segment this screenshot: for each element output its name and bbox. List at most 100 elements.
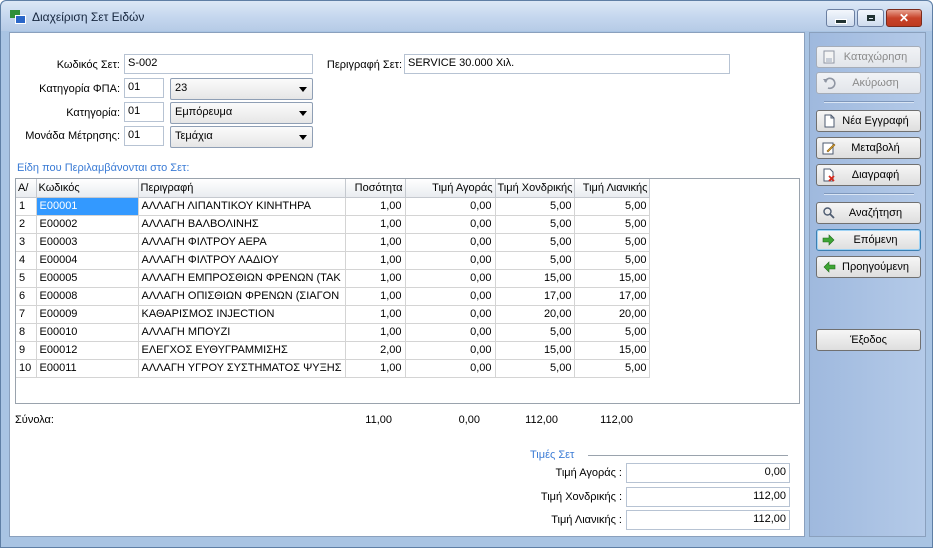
purchase-price-cell[interactable]: 0,00 (405, 215, 496, 234)
set-description-field[interactable]: SERVICE 30.000 Χιλ. (404, 54, 730, 74)
vat-dropdown[interactable]: 23 (170, 78, 313, 100)
quantity-cell[interactable]: 1,00 (345, 323, 406, 342)
exit-button[interactable]: Έξοδος (816, 329, 921, 351)
unit-dropdown[interactable]: Τεμάχια (170, 126, 313, 148)
set-code-field[interactable]: S-002 (124, 54, 313, 74)
items-grid[interactable]: Α/ Κωδικός Περιγραφή Ποσότητα Τιμή Αγορά… (15, 178, 800, 404)
column-header-quantity[interactable]: Ποσότητα (345, 179, 406, 198)
edit-button[interactable]: Μεταβολή (816, 137, 921, 159)
table-row[interactable]: 5 E00005 ΑΛΛΑΓΗ ΕΜΠΡΟΣΘΙΩΝ ΦΡΕΝΩΝ (ΤΑΚ 1,00… (16, 269, 651, 288)
retail-price-cell[interactable]: 17,00 (574, 287, 651, 306)
wholesale-price-cell[interactable]: 20,00 (495, 305, 576, 324)
save-button[interactable]: Καταχώρηση (816, 46, 921, 68)
quantity-cell[interactable]: 1,00 (345, 233, 406, 252)
quantity-cell[interactable]: 1,00 (345, 359, 406, 378)
row-index-cell[interactable]: 6 (16, 287, 37, 306)
retail-price-cell[interactable]: 5,00 (574, 323, 651, 342)
retail-price-cell[interactable]: 5,00 (574, 233, 651, 252)
wholesale-price-cell[interactable]: 5,00 (495, 251, 576, 270)
search-button[interactable]: Αναζήτηση (816, 202, 921, 224)
row-index-cell[interactable]: 4 (16, 251, 37, 270)
item-description-cell[interactable]: ΑΛΛΑΓΗ ΟΠΙΣΘΙΩΝ ΦΡΕΝΩΝ (ΣΙΑΓΟΝ (138, 287, 346, 306)
item-description-cell[interactable]: ΑΛΛΑΓΗ ΕΜΠΡΟΣΘΙΩΝ ΦΡΕΝΩΝ (ΤΑΚ (138, 269, 346, 288)
wholesale-price-cell[interactable]: 5,00 (495, 359, 576, 378)
retail-price-cell[interactable]: 5,00 (574, 215, 651, 234)
item-code-cell[interactable]: E00009 (36, 305, 139, 324)
unit-code-field[interactable]: 01 (124, 126, 164, 146)
table-row[interactable]: 8 E00010 ΑΛΛΑΓΗ ΜΠΟΥΖΙ 1,00 0,00 5,00 5,00 (16, 323, 651, 342)
quantity-cell[interactable]: 1,00 (345, 197, 406, 216)
item-code-cell[interactable]: E00008 (36, 287, 139, 306)
item-description-cell[interactable]: ΑΛΛΑΓΗ ΥΓΡΟΥ ΣΥΣΤΗΜΑΤΟΣ ΨΥΞΗΣ (138, 359, 346, 378)
row-index-cell[interactable]: 2 (16, 215, 37, 234)
wholesale-price-cell[interactable]: 5,00 (495, 197, 576, 216)
item-code-cell[interactable]: E00004 (36, 251, 139, 270)
set-wholesale-field[interactable]: 112,00 (626, 487, 790, 507)
retail-price-cell[interactable]: 15,00 (574, 269, 651, 288)
item-description-cell[interactable]: ΚΑΘΑΡΙΣΜΟΣ INJECTION (138, 305, 346, 324)
next-button[interactable]: Επόμενη (816, 229, 921, 251)
purchase-price-cell[interactable]: 0,00 (405, 323, 496, 342)
quantity-cell[interactable]: 2,00 (345, 341, 406, 360)
quantity-cell[interactable]: 1,00 (345, 251, 406, 270)
purchase-price-cell[interactable]: 0,00 (405, 287, 496, 306)
column-header-purchase-price[interactable]: Τιμή Αγοράς (405, 179, 496, 198)
set-purchase-field[interactable]: 0,00 (626, 463, 790, 483)
column-header-wholesale-price[interactable]: Τιμή Χονδρικής (495, 179, 576, 198)
retail-price-cell[interactable]: 20,00 (574, 305, 651, 324)
item-description-cell[interactable]: ΑΛΛΑΓΗ ΦΙΛΤΡΟΥ ΛΑΔΙΟΥ (138, 251, 346, 270)
delete-button[interactable]: Διαγραφή (816, 164, 921, 186)
table-row[interactable]: 7 E00009 ΚΑΘΑΡΙΣΜΟΣ INJECTION 1,00 0,00 20,00… (16, 305, 651, 324)
item-description-cell[interactable]: ΑΛΛΑΓΗ ΒΑΛΒΟΛΙΝΗΣ (138, 215, 346, 234)
retail-price-cell[interactable]: 15,00 (574, 341, 651, 360)
table-row[interactable]: 3 E00003 ΑΛΛΑΓΗ ΦΙΛΤΡΟΥ ΑΕΡΑ 1,00 0,00 5,00 5,… (16, 233, 651, 252)
wholesale-price-cell[interactable]: 5,00 (495, 323, 576, 342)
row-index-cell[interactable]: 9 (16, 341, 37, 360)
row-index-cell[interactable]: 1 (16, 197, 37, 216)
vat-code-field[interactable]: 01 (124, 78, 164, 98)
quantity-cell[interactable]: 1,00 (345, 305, 406, 324)
category-code-field[interactable]: 01 (124, 102, 164, 122)
table-row[interactable]: 4 E00004 ΑΛΛΑΓΗ ΦΙΛΤΡΟΥ ΛΑΔΙΟΥ 1,00 0,00 5,00… (16, 251, 651, 270)
item-code-cell[interactable]: E00001 (36, 197, 139, 216)
table-row[interactable]: 2 E00002 ΑΛΛΑΓΗ ΒΑΛΒΟΛΙΝΗΣ 1,00 0,00 5,00 5,00 (16, 215, 651, 234)
column-header-code[interactable]: Κωδικός (36, 179, 139, 198)
title-bar[interactable]: Διαχείριση Σετ Ειδών ✕ (1, 1, 932, 31)
item-description-cell[interactable]: ΕΛΕΓΧΟΣ ΕΥΘΥΓΡΑΜΜΙΣΗΣ (138, 341, 346, 360)
row-index-cell[interactable]: 5 (16, 269, 37, 288)
purchase-price-cell[interactable]: 0,00 (405, 269, 496, 288)
item-code-cell[interactable]: E00011 (36, 359, 139, 378)
purchase-price-cell[interactable]: 0,00 (405, 359, 496, 378)
wholesale-price-cell[interactable]: 17,00 (495, 287, 576, 306)
set-retail-field[interactable]: 112,00 (626, 510, 790, 530)
item-description-cell[interactable]: ΑΛΛΑΓΗ ΦΙΛΤΡΟΥ ΑΕΡΑ (138, 233, 346, 252)
wholesale-price-cell[interactable]: 15,00 (495, 341, 576, 360)
quantity-cell[interactable]: 1,00 (345, 287, 406, 306)
purchase-price-cell[interactable]: 0,00 (405, 251, 496, 270)
row-index-cell[interactable]: 3 (16, 233, 37, 252)
item-code-cell[interactable]: E00012 (36, 341, 139, 360)
close-button[interactable]: ✕ (886, 9, 922, 27)
column-header-description[interactable]: Περιγραφή (138, 179, 346, 198)
maximize-button[interactable] (857, 9, 884, 27)
previous-button[interactable]: Προηγούμενη (816, 256, 921, 278)
purchase-price-cell[interactable]: 0,00 (405, 197, 496, 216)
minimize-button[interactable] (826, 9, 855, 27)
quantity-cell[interactable]: 1,00 (345, 215, 406, 234)
row-index-cell[interactable]: 10 (16, 359, 37, 378)
table-row[interactable]: 9 E00012 ΕΛΕΓΧΟΣ ΕΥΘΥΓΡΑΜΜΙΣΗΣ 2,00 0,00 15,0… (16, 341, 651, 360)
quantity-cell[interactable]: 1,00 (345, 269, 406, 288)
cancel-button[interactable]: Ακύρωση (816, 72, 921, 94)
purchase-price-cell[interactable]: 0,00 (405, 233, 496, 252)
table-row[interactable]: 6 E00008 ΑΛΛΑΓΗ ΟΠΙΣΘΙΩΝ ΦΡΕΝΩΝ (ΣΙΑΓΟΝ 1,0… (16, 287, 651, 306)
retail-price-cell[interactable]: 5,00 (574, 359, 651, 378)
column-header-retail-price[interactable]: Τιμή Λιανικής (574, 179, 651, 198)
item-description-cell[interactable]: ΑΛΛΑΓΗ ΜΠΟΥΖΙ (138, 323, 346, 342)
item-code-cell[interactable]: E00002 (36, 215, 139, 234)
new-record-button[interactable]: Νέα Εγγραφή (816, 110, 921, 132)
row-index-cell[interactable]: 7 (16, 305, 37, 324)
wholesale-price-cell[interactable]: 5,00 (495, 215, 576, 234)
column-header-index[interactable]: Α/ (16, 179, 37, 198)
wholesale-price-cell[interactable]: 5,00 (495, 233, 576, 252)
item-code-cell[interactable]: E00003 (36, 233, 139, 252)
